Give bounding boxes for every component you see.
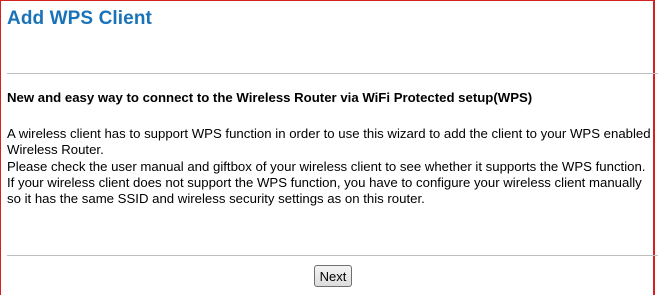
description-paragraph-manual-config: If your wireless client does not support…	[7, 174, 642, 207]
page-title: Add WPS Client	[7, 8, 152, 29]
description-paragraph-check-manual: Please check the user manual and giftbox…	[7, 158, 646, 174]
description-text: A wireless client has to support WPS fun…	[7, 126, 655, 207]
bottom-divider	[7, 255, 658, 256]
description-paragraph-wps-support: A wireless client has to support WPS fun…	[7, 126, 651, 158]
top-divider	[7, 73, 658, 74]
next-button[interactable]: Next	[314, 265, 352, 287]
content-frame: Add WPS Client New and easy way to conne…	[0, 0, 658, 295]
section-heading: New and easy way to connect to the Wirel…	[7, 90, 533, 105]
